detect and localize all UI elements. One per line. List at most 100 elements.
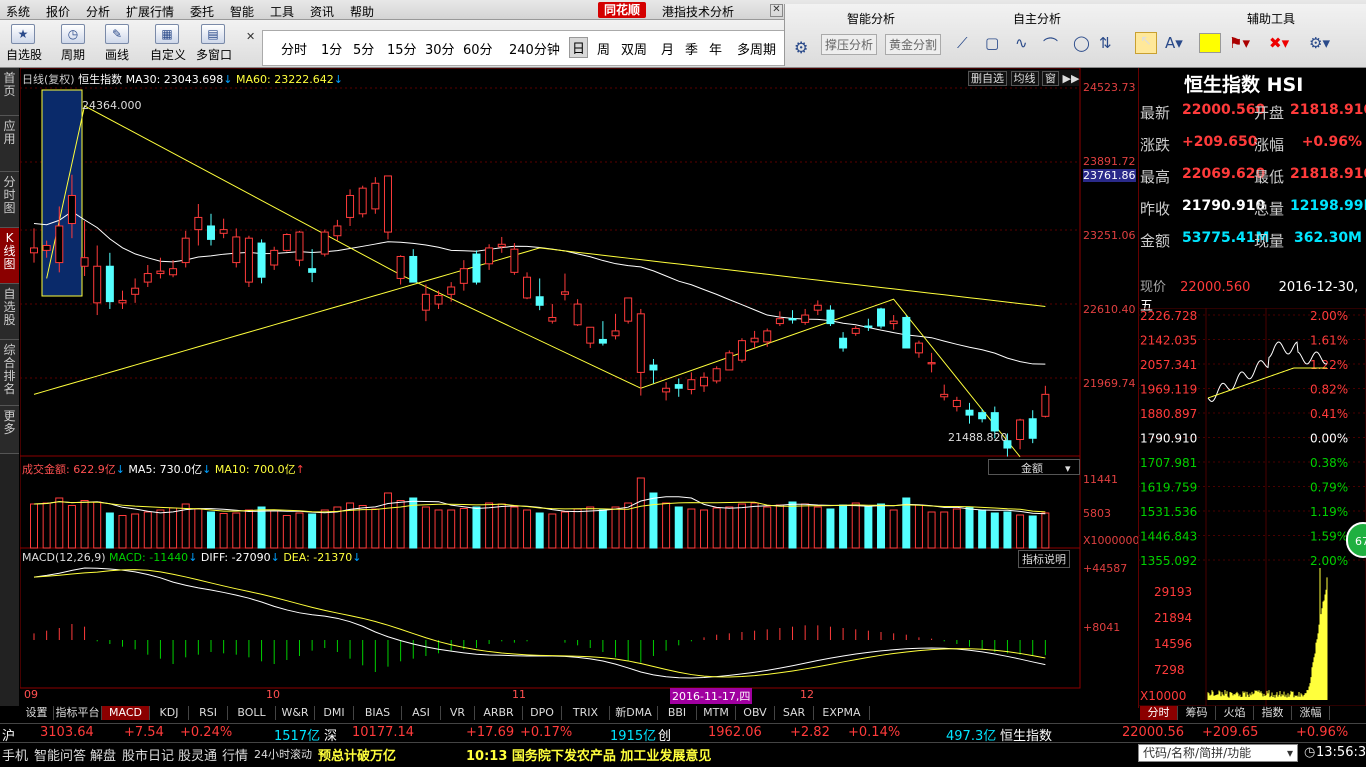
text-tool-icon[interactable]: A▾ (1165, 34, 1183, 52)
intraday-chart[interactable]: 2226.728 2.00% 2142.035 1.61% 2057.341 1.22% 1… (1138, 308, 1366, 706)
color-swatch[interactable] (1199, 33, 1221, 53)
quote-tab-4[interactable]: 涨幅 (1292, 706, 1330, 720)
period-1[interactable]: 1分 (321, 39, 342, 58)
rect-tool-icon[interactable]: ▢ (985, 34, 999, 52)
line-tool-icon[interactable]: ⟋ (957, 34, 968, 52)
indicator-tab-8[interactable]: BIAS (354, 706, 402, 720)
period-5[interactable]: 60分 (463, 39, 493, 58)
news-ticker-2[interactable]: 10:13 国务院下发农产品 加工业发展意见 (466, 745, 711, 764)
period-3[interactable]: 15分 (387, 39, 417, 58)
indicator-tab-18[interactable]: SAR (775, 706, 814, 720)
sidebar-item-3[interactable]: K线图 (0, 228, 19, 284)
menu-item-4[interactable]: 委托 (190, 3, 214, 20)
quote-tab-3[interactable]: 指数 (1254, 706, 1292, 720)
period-9[interactable]: 双周 (621, 39, 647, 58)
status-item-6[interactable]: 24小时滚动 (254, 746, 312, 762)
quote-value: +0.96% (1290, 134, 1362, 150)
indicator-tab-17[interactable]: OBV (736, 706, 775, 720)
quote-tab-0[interactable]: 分时 (1140, 706, 1178, 720)
ellipse-tool-icon[interactable]: ◯ (1073, 34, 1090, 52)
indicator-tab-11[interactable]: ARBR (475, 706, 523, 720)
period-6[interactable]: 240分钟 (509, 39, 560, 58)
quote-tab-2[interactable]: 火焰 (1216, 706, 1254, 720)
delete-icon[interactable]: ✖▾ (1269, 34, 1289, 52)
custom-button[interactable]: ▦ 自定义 (150, 24, 184, 66)
menu-item-1[interactable]: 报价 (46, 3, 70, 20)
close-icon[interactable]: ✕ (770, 4, 783, 17)
indicator-tab-15[interactable]: BBI (658, 706, 697, 720)
period-10[interactable]: 月 (661, 39, 674, 58)
wave-tool-icon[interactable]: ∿ (1015, 34, 1028, 52)
support-resistance-button[interactable]: 撑压分析 (821, 34, 877, 55)
indicator-tab-16[interactable]: MTM (697, 706, 736, 720)
menu-item-0[interactable]: 系统 (6, 3, 30, 20)
indicator-tab-10[interactable]: VR (441, 706, 475, 720)
indicator-tab-2[interactable]: MACD (102, 706, 150, 720)
status-item-4[interactable]: 股灵通 (178, 745, 217, 764)
period-12[interactable]: 年 (709, 39, 722, 58)
sidebar-item-5[interactable]: 综合排名 (0, 340, 19, 406)
indicator-tab-1[interactable]: 指标平台 (54, 706, 102, 720)
watchlist-button[interactable]: ★ 自选股 (6, 24, 40, 66)
menu-item-3[interactable]: 扩展行情 (126, 3, 174, 20)
status-item-3[interactable]: 股市日记 (122, 745, 174, 764)
macd-y-label: +44587 (1083, 562, 1127, 575)
indicator-tab-9[interactable]: ASI (402, 706, 441, 720)
status-item-2[interactable]: 解盘 (90, 745, 116, 764)
period-4[interactable]: 30分 (425, 39, 455, 58)
indicator-tab-14[interactable]: 新DMA (610, 706, 658, 720)
indicator-tab-4[interactable]: RSI (189, 706, 228, 720)
indicator-tab-7[interactable]: DMI (315, 706, 354, 720)
menu-item-6[interactable]: 工具 (270, 3, 294, 20)
sidebar-item-0[interactable]: 首页 (0, 68, 19, 116)
quote-tab-1[interactable]: 筹码 (1178, 706, 1216, 720)
period-11[interactable]: 季 (685, 39, 698, 58)
indicator-help-button[interactable]: 指标说明 (1018, 550, 1070, 568)
self-analysis-tab[interactable]: 自主分析 (1013, 10, 1061, 27)
period-13[interactable]: 多周期 (737, 39, 776, 58)
period-button[interactable]: ◷ 周期 (56, 24, 90, 66)
volume-type-dropdown[interactable]: 金额 ▾ (988, 459, 1080, 475)
sidebar-item-2[interactable]: 分时图 (0, 172, 19, 228)
indicator-tab-19[interactable]: EXPMA (814, 706, 870, 720)
sidebar-item-1[interactable]: 应用 (0, 116, 19, 172)
indicator-tab-6[interactable]: W&R (276, 706, 315, 720)
period-2[interactable]: 5分 (353, 39, 374, 58)
aux-tools-tab[interactable]: 辅助工具 (1247, 10, 1295, 27)
draw-line-button[interactable]: ✎ 画线 (100, 24, 134, 66)
period-8[interactable]: 周 (597, 39, 610, 58)
menu-item-2[interactable]: 分析 (86, 3, 110, 20)
menu-item-7[interactable]: 资讯 (310, 3, 334, 20)
gear-icon[interactable]: ⚙ (794, 38, 808, 57)
ma-button[interactable]: 均线 (1011, 71, 1039, 86)
period-0[interactable]: 分时 (281, 39, 307, 58)
remove-watchlist-button[interactable]: 删自选 (968, 71, 1007, 86)
status-item-5[interactable]: 行情 (222, 745, 248, 764)
fast-forward-icon[interactable]: ▶▶ (1063, 72, 1080, 85)
cursor-icon[interactable]: ↖ (1135, 32, 1157, 54)
indicator-tab-13[interactable]: TRIX (562, 706, 610, 720)
golden-section-button[interactable]: 黄金分割 (885, 34, 941, 55)
menu-item-8[interactable]: 帮助 (350, 3, 374, 20)
news-ticker-1[interactable]: 预总计破万亿 (318, 745, 396, 764)
indicator-tab-5[interactable]: BOLL (228, 706, 276, 720)
indicator-tab-3[interactable]: KDJ (150, 706, 189, 720)
indicator-tab-12[interactable]: DPO (523, 706, 562, 720)
sidebar-item-6[interactable]: 更多 (0, 406, 19, 454)
settings-icon[interactable]: ⚙▾ (1309, 34, 1330, 52)
bookmark-icon[interactable]: ⚑▾ (1229, 34, 1250, 52)
kline-chart[interactable] (20, 68, 1138, 706)
multi-window-button[interactable]: ▤ 多窗口 (196, 24, 230, 66)
sidebar-item-4[interactable]: 自选股 (0, 284, 19, 340)
measure-tool-icon[interactable]: ⇅ (1099, 34, 1112, 52)
close-period-icon[interactable]: ✕ (246, 30, 255, 43)
curve-tool-icon[interactable]: ⌒ (1043, 34, 1058, 55)
status-item-1[interactable]: 智能问答 (34, 745, 86, 764)
period-7[interactable]: 日 (569, 37, 588, 58)
search-input[interactable]: 代码/名称/简拼/功能 ▾ (1138, 744, 1298, 762)
indicator-tab-0[interactable]: 设置 (20, 706, 54, 720)
menu-item-5[interactable]: 智能 (230, 3, 254, 20)
status-item-0[interactable]: 手机 (2, 745, 28, 764)
window-button[interactable]: 窗 (1042, 71, 1059, 86)
smart-analysis-tab[interactable]: 智能分析 (847, 10, 895, 27)
